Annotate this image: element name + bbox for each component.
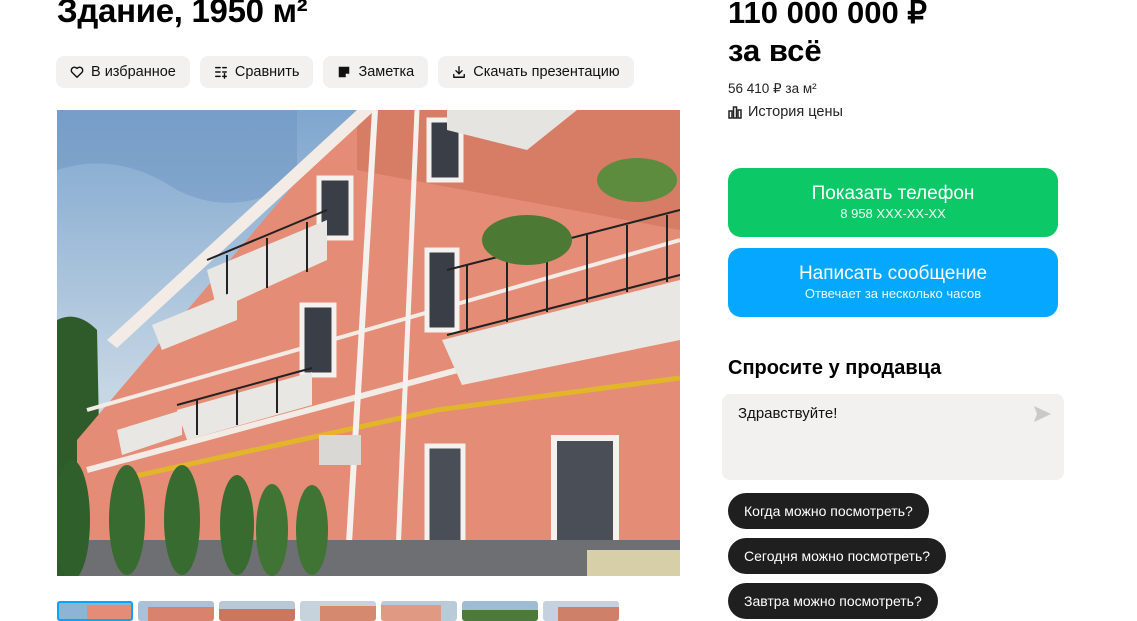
note-label: Заметка <box>358 64 415 80</box>
thumbnail[interactable] <box>300 601 376 621</box>
write-message-button[interactable]: Написать сообщение Отвечает за несколько… <box>728 248 1058 317</box>
show-phone-button[interactable]: Показать телефон 8 958 XXX-XX-XX <box>728 168 1058 237</box>
note-icon <box>339 66 350 78</box>
note-button[interactable]: Заметка <box>323 56 429 88</box>
thumbnail[interactable] <box>381 601 457 621</box>
suggestion-chip[interactable]: Сегодня можно посмотреть? <box>728 538 947 574</box>
ask-seller-title: Спросите у продавца <box>728 357 942 379</box>
response-time: Отвечает за несколько часов <box>804 286 982 301</box>
bar-chart-icon <box>728 106 742 119</box>
compare-label: Сравнить <box>234 64 300 80</box>
compare-button[interactable]: Сравнить <box>199 56 314 88</box>
price-per-sqm: 56 410 ₽ за м² <box>728 81 817 96</box>
price-suffix: за всё <box>728 33 822 68</box>
favorite-button[interactable]: В избранное <box>56 56 190 88</box>
thumbnail[interactable] <box>543 601 619 621</box>
price-history-label: История цены <box>748 104 843 120</box>
phone-number-masked: 8 958 XXX-XX-XX <box>840 206 946 221</box>
suggestion-chip[interactable]: Завтра можно посмотреть? <box>728 583 938 619</box>
heart-icon <box>70 66 84 78</box>
action-bar: В избранное Сравнить Заметка Скачать пре… <box>56 56 634 88</box>
write-message-label: Написать сообщение <box>798 263 988 284</box>
price-value: 110 000 000 ₽ <box>728 0 928 30</box>
thumbnail-strip <box>57 601 619 621</box>
download-label: Скачать презентацию <box>473 64 620 80</box>
download-presentation-button[interactable]: Скачать презентацию <box>438 56 634 88</box>
building-photo <box>57 110 680 576</box>
suggestion-chip[interactable]: Когда можно посмотреть? <box>728 493 929 529</box>
thumbnail[interactable] <box>138 601 214 621</box>
compare-icon <box>214 66 227 79</box>
download-icon <box>453 66 466 78</box>
message-text: Здравствуйте! <box>738 405 838 422</box>
price-history-link[interactable]: История цены <box>728 104 843 120</box>
price-block: 110 000 000 ₽ за всё <box>728 0 927 70</box>
show-phone-label: Показать телефон <box>811 183 975 204</box>
thumbnail[interactable] <box>57 601 133 621</box>
favorite-label: В избранное <box>91 64 176 80</box>
send-icon[interactable] <box>1032 405 1052 423</box>
main-photo[interactable] <box>57 110 680 576</box>
thumbnail[interactable] <box>219 601 295 621</box>
thumbnail[interactable] <box>462 601 538 621</box>
listing-title: Здание, 1950 м² <box>57 0 308 29</box>
message-input[interactable]: Здравствуйте! <box>722 394 1064 480</box>
